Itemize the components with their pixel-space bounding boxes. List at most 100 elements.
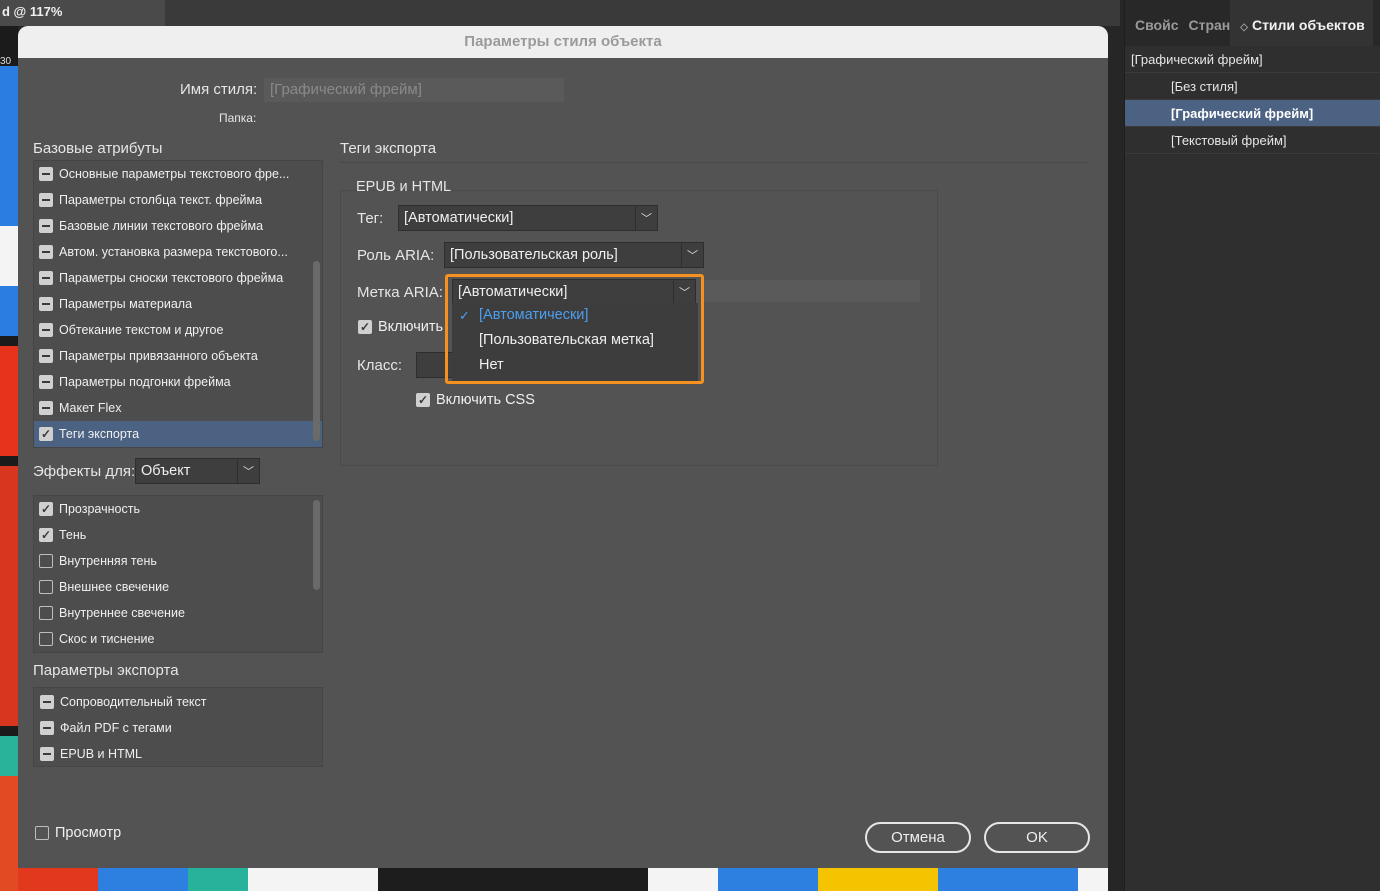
list-item-label: Параметры столбца текст. фрейма	[59, 193, 263, 207]
document-canvas: 30	[0, 26, 18, 891]
checkbox-icon[interactable]	[39, 554, 53, 568]
effects-for-select[interactable]: Объект ﹀	[135, 458, 260, 484]
minus-checkbox-icon[interactable]	[39, 323, 53, 337]
tab-object-styles[interactable]: ◇ Стили объектов	[1230, 0, 1373, 46]
list-item[interactable]: Сопроводительный текст	[34, 689, 322, 715]
list-item-label: Автом. установка размера текстового...	[59, 245, 288, 259]
cancel-button[interactable]: Отмена	[865, 822, 971, 853]
list-item-label: Внутреннее свечение	[59, 606, 185, 620]
list-item-label: EPUB и HTML	[60, 747, 142, 761]
list-item[interactable]: Параметры подгонки фрейма	[34, 369, 322, 395]
list-item[interactable]: Макет Flex	[34, 395, 322, 421]
export-tags-title: Теги экспорта	[340, 140, 437, 157]
list-item[interactable]: Параметры столбца текст. фрейма	[34, 187, 322, 213]
list-item[interactable]: Основные параметры текстового фре...	[34, 161, 322, 187]
list-item[interactable]: Параметры привязанного объекта	[34, 343, 322, 369]
list-item[interactable]: Параметры сноски текстового фрейма	[34, 265, 322, 291]
checkmark-icon[interactable]: ✓	[39, 528, 53, 542]
tag-select[interactable]: [Автоматически] ﹀	[398, 205, 658, 231]
minus-checkbox-icon[interactable]	[40, 747, 54, 761]
list-item[interactable]: EPUB и HTML	[34, 741, 322, 767]
tab-object-styles-label: Стили объектов	[1251, 17, 1365, 33]
list-item-label: Внутренняя тень	[59, 554, 157, 568]
list-item[interactable]: Файл PDF с тегами	[34, 715, 322, 741]
list-item-label: Основные параметры текстового фре...	[59, 167, 290, 181]
list-item-export-tags[interactable]: ✓ Теги экспорта	[34, 421, 322, 447]
export-params-list: Сопроводительный текст Файл PDF с тегами…	[33, 687, 323, 767]
zoom-fragment: 30	[0, 56, 12, 67]
aria-label-text-field[interactable]	[702, 280, 920, 302]
checkmark-icon[interactable]: ✓	[416, 393, 430, 407]
ok-button[interactable]: OK	[984, 822, 1090, 853]
effects-scrollbar[interactable]	[313, 500, 320, 590]
minus-checkbox-icon[interactable]	[39, 193, 53, 207]
list-item-label: Параметры материала	[59, 297, 193, 311]
checkmark-icon[interactable]: ✓	[39, 427, 53, 441]
document-tab[interactable]: d @ 117%	[0, 0, 165, 26]
object-style-options-dialog: Параметры стиля объекта Имя стиля: [Граф…	[18, 26, 1108, 868]
minus-checkbox-icon[interactable]	[39, 375, 53, 389]
checkbox-icon[interactable]	[39, 632, 53, 646]
minus-checkbox-icon[interactable]	[39, 297, 53, 311]
list-item-label: Скос и тиснение	[59, 632, 155, 646]
list-item[interactable]: Автом. установка размера текстового...	[34, 239, 322, 265]
minus-checkbox-icon[interactable]	[39, 349, 53, 363]
minus-checkbox-icon[interactable]	[39, 167, 53, 181]
style-item-graphic-frame[interactable]: [Графический фрейм]	[1125, 100, 1380, 127]
base-attributes-scrollbar[interactable]	[313, 261, 320, 441]
effects-list: ✓ Прозрачность ✓ Тень Внутренняя тень Внеш…	[33, 495, 323, 653]
list-item[interactable]: Внутренняя тень	[34, 548, 322, 574]
style-item-text-frame[interactable]: [Текстовый фрейм]	[1125, 127, 1380, 154]
list-item[interactable]: ✓ Тень	[34, 522, 322, 548]
include-css-checkbox-row[interactable]: ✓ Включить CSS	[416, 392, 535, 408]
preview-checkbox-row[interactable]: Просмотр	[35, 825, 121, 841]
app-top-bar: d @ 117%	[0, 0, 1120, 26]
list-item[interactable]: Базовые линии текстового фрейма	[34, 213, 322, 239]
include-checkbox-row[interactable]: ✓ Включить	[358, 319, 443, 335]
highlight-annotation	[445, 274, 704, 384]
list-item-label: Внешнее свечение	[59, 580, 170, 594]
list-item[interactable]: Внутреннее свечение	[34, 600, 322, 626]
tab-sort-icon: ◇	[1240, 22, 1248, 33]
list-item-label: Базовые линии текстового фрейма	[59, 219, 264, 233]
effects-for-label: Эффекты для:	[33, 463, 136, 480]
list-item[interactable]: Скос и тиснение	[34, 626, 322, 652]
object-styles-panel: Свойс Стран ◇ Стили объектов [Графический…	[1124, 0, 1380, 891]
checkbox-icon[interactable]	[35, 826, 49, 840]
checkmark-icon[interactable]: ✓	[39, 502, 53, 516]
aria-role-label: Роль ARIA:	[357, 247, 435, 264]
preview-label: Просмотр	[55, 825, 122, 841]
checkmark-icon[interactable]: ✓	[358, 320, 372, 334]
folder-label: Папка:	[219, 111, 257, 125]
minus-checkbox-icon[interactable]	[39, 271, 53, 285]
aria-role-select-value: [Пользовательская роль]	[450, 247, 618, 263]
list-item[interactable]: Внешнее свечение	[34, 574, 322, 600]
minus-checkbox-icon[interactable]	[39, 245, 53, 259]
list-item[interactable]: Обтекание текстом и другое	[34, 317, 322, 343]
tab-properties[interactable]: Свойс	[1125, 0, 1178, 46]
chevron-down-icon: ﹀	[635, 206, 657, 230]
aria-role-select[interactable]: [Пользовательская роль] ﹀	[444, 242, 704, 268]
list-item-label: Прозрачность	[59, 502, 140, 516]
minus-checkbox-icon[interactable]	[40, 695, 54, 709]
include-label: Включить	[378, 319, 444, 335]
minus-checkbox-icon[interactable]	[39, 401, 53, 415]
tag-select-value: [Автоматически]	[404, 210, 514, 226]
list-item[interactable]: ✓ Прозрачность	[34, 496, 322, 522]
base-attributes-title: Базовые атрибуты	[33, 140, 163, 157]
dialog-title: Параметры стиля объекта	[18, 26, 1108, 58]
list-item-label: Параметры привязанного объекта	[59, 349, 258, 363]
minus-checkbox-icon[interactable]	[39, 219, 53, 233]
list-item[interactable]: Параметры материала	[34, 291, 322, 317]
chevron-down-icon: ﹀	[237, 459, 259, 483]
list-item-label: Макет Flex	[59, 401, 122, 415]
style-item-no-style[interactable]: [Без стиля]	[1125, 73, 1380, 100]
list-item-label: Файл PDF с тегами	[60, 721, 172, 735]
tab-pages[interactable]: Стран	[1178, 0, 1230, 46]
checkbox-icon[interactable]	[39, 580, 53, 594]
include-css-label: Включить CSS	[436, 392, 535, 408]
style-item-graphic-frame-root[interactable]: [Графический фрейм]	[1125, 46, 1380, 73]
list-item-label: Параметры сноски текстового фрейма	[59, 271, 284, 285]
minus-checkbox-icon[interactable]	[40, 721, 54, 735]
checkbox-icon[interactable]	[39, 606, 53, 620]
